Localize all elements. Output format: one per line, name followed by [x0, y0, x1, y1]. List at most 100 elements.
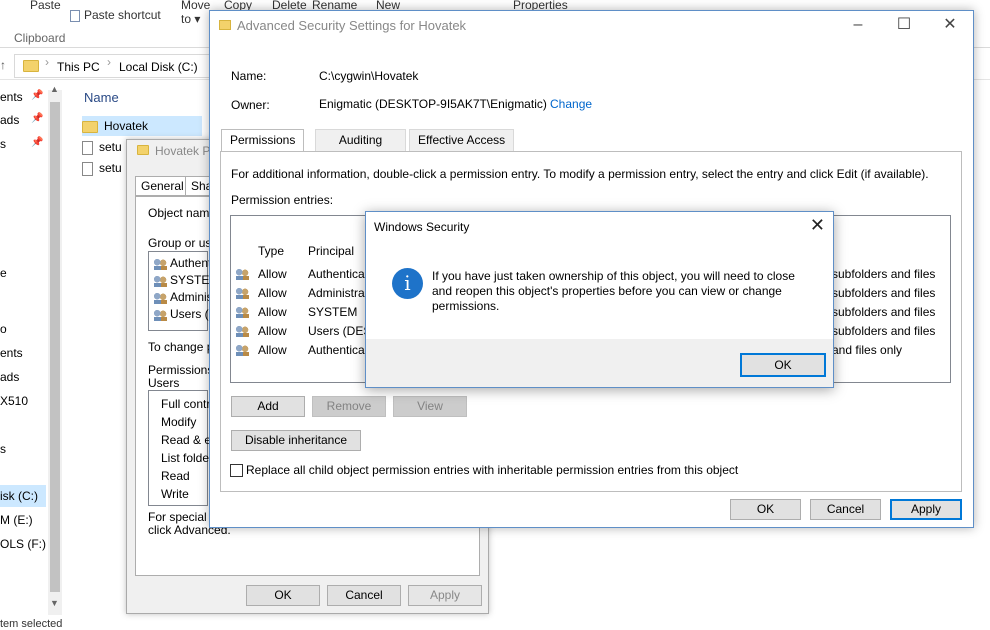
tab-effective-access[interactable]: Effective Access: [409, 129, 515, 151]
list-item[interactable]: Adminis: [153, 290, 213, 304]
breadcrumb[interactable]: › This PC › Local Disk (C:): [14, 54, 214, 78]
nav-item[interactable]: o: [0, 318, 7, 340]
maximize-icon[interactable]: ☐: [881, 11, 927, 41]
move-to-label: Move: [181, 0, 211, 12]
entry-type: Allow: [258, 324, 287, 338]
users-icon: [153, 257, 167, 270]
nav-item[interactable]: e: [0, 262, 7, 284]
view-button[interactable]: View: [393, 396, 467, 417]
ok-button[interactable]: OK: [740, 353, 826, 377]
nav-item[interactable]: M (E:): [0, 509, 33, 531]
breadcrumb-sep-icon: ›: [107, 55, 111, 69]
pin-icon: 📌: [31, 113, 44, 124]
paste-shortcut-button[interactable]: Paste shortcut: [70, 8, 161, 22]
folder-icon: [219, 20, 231, 30]
list-item[interactable]: Authent: [153, 256, 211, 270]
change-perms-label: To change p: [148, 340, 214, 354]
pin-icon: 📌: [31, 137, 44, 148]
pin-icon: 📌: [31, 90, 44, 101]
tab-auditing[interactable]: Auditing: [315, 129, 406, 151]
move-to-button[interactable]: Move to ▾: [181, 0, 210, 26]
nav-item-local-disk[interactable]: isk (C:): [0, 485, 46, 507]
users-icon: [235, 305, 249, 318]
group-name: Adminis: [170, 290, 213, 304]
nav-item[interactable]: OLS (F:): [0, 533, 46, 555]
entry-principal: Administra: [308, 286, 365, 300]
entry-applies-to: subfolders and files: [832, 286, 936, 300]
file-name: Hovatek: [104, 119, 149, 133]
list-item[interactable]: Hovatek: [82, 116, 202, 136]
folder-icon: [82, 120, 98, 133]
table-row[interactable]: Allow Authentica subfolders and files: [235, 266, 935, 285]
paste-button[interactable]: Paste: [30, 0, 61, 12]
column-header-name[interactable]: Name: [84, 90, 119, 105]
apply-button[interactable]: Apply: [408, 585, 482, 606]
move-to-label-2: to ▾: [181, 12, 201, 26]
entry-type: Allow: [258, 286, 287, 300]
nav-item[interactable]: ads: [0, 366, 19, 388]
nav-item[interactable]: s: [0, 438, 6, 460]
title-bar[interactable]: Advanced Security Settings for Hovatek –…: [210, 11, 973, 41]
replace-child-checkbox[interactable]: [230, 464, 243, 477]
window-title: Hovatek P: [155, 144, 211, 158]
breadcrumb-local-disk[interactable]: Local Disk (C:): [119, 60, 198, 74]
list-item[interactable]: setu: [82, 137, 122, 157]
info-icon: i: [392, 268, 423, 299]
table-row[interactable]: Allow Authentica and files only: [235, 342, 902, 361]
cancel-button[interactable]: Cancel: [810, 499, 881, 520]
ok-button[interactable]: OK: [730, 499, 801, 520]
disable-inheritance-button[interactable]: Disable inheritance: [231, 430, 361, 451]
entry-applies-to: subfolders and files: [832, 305, 936, 319]
nav-item[interactable]: s: [0, 133, 6, 155]
up-arrow-icon[interactable]: ↑: [0, 58, 6, 72]
users-icon: [235, 286, 249, 299]
users-icon: [153, 308, 167, 321]
permission-row: Read: [161, 469, 190, 483]
nav-item[interactable]: X510: [0, 390, 28, 412]
table-row[interactable]: Allow Administra subfolders and files: [235, 285, 935, 304]
permissions-for-label-2: Users: [148, 376, 180, 390]
nav-item[interactable]: ents: [0, 86, 23, 108]
users-icon: [235, 324, 249, 337]
nav-scrollbar-thumb[interactable]: [50, 102, 60, 592]
entry-type: Allow: [258, 267, 287, 281]
scroll-down-icon[interactable]: ▼: [50, 598, 59, 608]
breadcrumb-sep-icon: ›: [45, 55, 49, 69]
file-name: setu: [99, 140, 122, 154]
apply-button[interactable]: Apply: [890, 499, 962, 520]
list-item[interactable]: Users (D: [153, 307, 217, 321]
entry-applies-to: and files only: [832, 343, 903, 357]
nav-item[interactable]: ents: [0, 342, 23, 364]
nav-item[interactable]: ads: [0, 109, 19, 131]
column-header-principal[interactable]: Principal: [308, 244, 354, 258]
remove-button[interactable]: Remove: [312, 396, 386, 417]
column-header-type[interactable]: Type: [258, 244, 284, 258]
users-icon: [235, 343, 249, 356]
ok-button[interactable]: OK: [246, 585, 320, 606]
clipboard-icon: [70, 9, 80, 22]
add-button[interactable]: Add: [231, 396, 305, 417]
entry-type: Allow: [258, 343, 287, 357]
clipboard-group-label: Clipboard: [14, 31, 66, 45]
file-name: setu: [99, 161, 122, 175]
close-icon[interactable]: ✕: [927, 11, 973, 41]
name-value: C:\cygwin\Hovatek: [319, 69, 419, 83]
users-icon: [153, 274, 167, 287]
table-row[interactable]: Allow SYSTEM subfolders and files: [235, 304, 935, 323]
tab-general[interactable]: General: [135, 176, 190, 196]
scroll-up-icon[interactable]: ▲: [50, 84, 59, 94]
file-icon: [82, 161, 93, 176]
list-item[interactable]: setu: [82, 158, 122, 178]
change-owner-link[interactable]: Change: [550, 97, 592, 111]
permission-row: Write: [161, 487, 189, 501]
windows-security-dialog: Windows Security ✕ i If you have just ta…: [365, 211, 834, 388]
table-row[interactable]: Allow Users (DESK subfolders and files: [235, 323, 935, 342]
close-icon[interactable]: ✕: [810, 215, 825, 236]
cancel-button[interactable]: Cancel: [327, 585, 401, 606]
breadcrumb-this-pc[interactable]: This PC: [57, 60, 100, 74]
group-list[interactable]: Authent SYSTEM Adminis Users (D: [148, 251, 219, 331]
users-icon: [153, 291, 167, 304]
minimize-icon[interactable]: –: [835, 11, 881, 41]
tab-permissions[interactable]: Permissions: [221, 129, 305, 152]
info-text: For additional information, double-click…: [231, 167, 929, 181]
